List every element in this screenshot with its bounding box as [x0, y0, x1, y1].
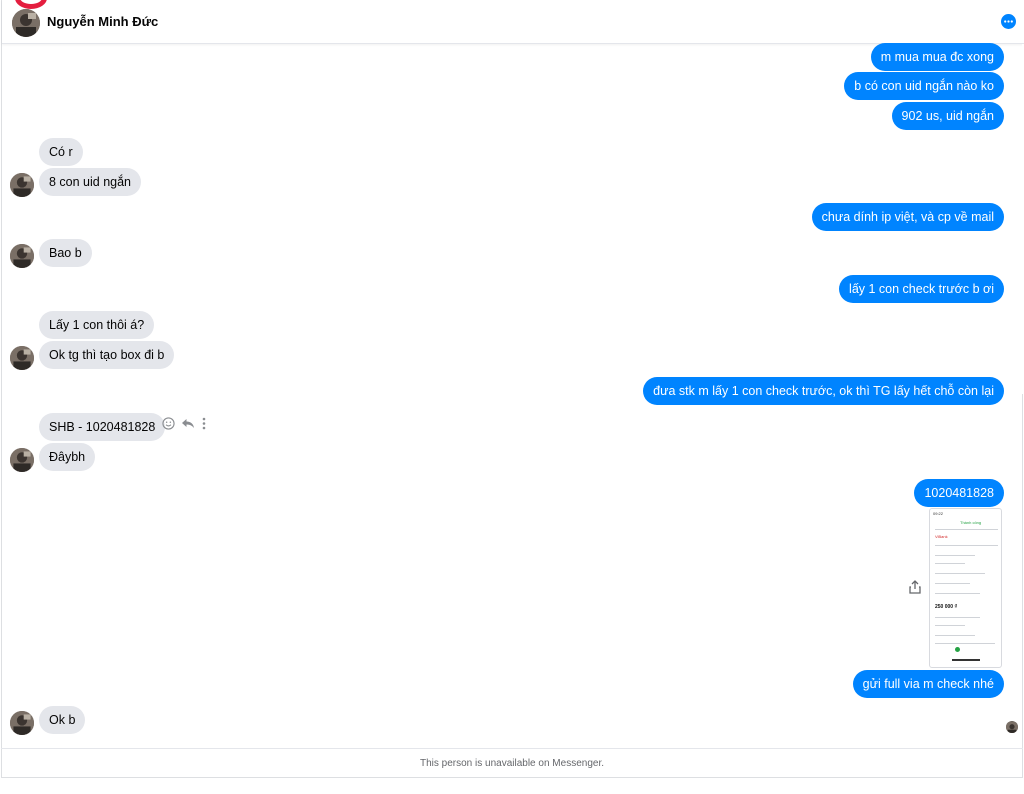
message-incoming[interactable]: Ok tg thì tạo box đi b — [39, 341, 175, 369]
message-outgoing[interactable]: 902 us, uid ngắn — [891, 102, 1004, 130]
share-icon[interactable] — [909, 580, 921, 599]
vertical-dots-icon[interactable] — [201, 417, 207, 435]
message-outgoing[interactable]: m mua mua đc xong — [870, 43, 1004, 71]
sender-avatar[interactable] — [10, 711, 34, 735]
message-incoming[interactable]: Ok b — [39, 706, 86, 734]
message-outgoing[interactable]: lấy 1 con check trước b ơi — [839, 275, 1004, 303]
message-incoming[interactable]: SHB - 1020481828 — [39, 413, 166, 441]
receipt-bank: ViBank — [935, 534, 948, 539]
more-dots-icon[interactable] — [1001, 14, 1016, 29]
read-receipt-avatar — [1006, 721, 1018, 733]
message-outgoing[interactable]: chưa dính ip việt, và cp về mail — [811, 203, 1004, 231]
sender-avatar[interactable] — [10, 448, 34, 472]
message-incoming[interactable]: Lấy 1 con thôi á? — [39, 311, 155, 339]
message-incoming[interactable]: Bao b — [39, 239, 92, 267]
message-outgoing[interactable]: 1020481828 — [914, 479, 1004, 507]
receipt-image[interactable]: 09:22 Thành công ViBank 250 000 ₫ — [929, 508, 1002, 668]
reply-icon[interactable] — [181, 417, 195, 435]
message-outgoing[interactable]: gửi full via m check nhé — [852, 670, 1004, 698]
receipt-status: Thành công — [960, 520, 982, 525]
smiley-icon[interactable] — [162, 417, 175, 435]
message-outgoing[interactable]: đưa stk m lấy 1 con check trước, ok thì … — [643, 377, 1004, 405]
sender-avatar[interactable] — [10, 173, 34, 197]
contact-avatar[interactable] — [12, 9, 40, 37]
conversation-header: Nguyễn Minh Đức — [2, 0, 1024, 44]
sender-avatar[interactable] — [10, 346, 34, 370]
message-incoming[interactable]: 8 con uid ngắn — [39, 168, 142, 196]
message-outgoing[interactable]: b có con uid ngắn nào ko — [844, 72, 1004, 100]
message-incoming[interactable]: Có r — [39, 138, 83, 166]
sender-avatar[interactable] — [10, 244, 34, 268]
contact-name[interactable]: Nguyễn Minh Đức — [47, 14, 158, 29]
unavailable-notice: This person is unavailable on Messenger. — [1, 748, 1023, 778]
message-incoming[interactable]: Đâybh — [39, 443, 96, 471]
receipt-amount: 250 000 ₫ — [935, 604, 958, 610]
check-icon — [955, 647, 960, 652]
message-actions — [162, 417, 207, 435]
